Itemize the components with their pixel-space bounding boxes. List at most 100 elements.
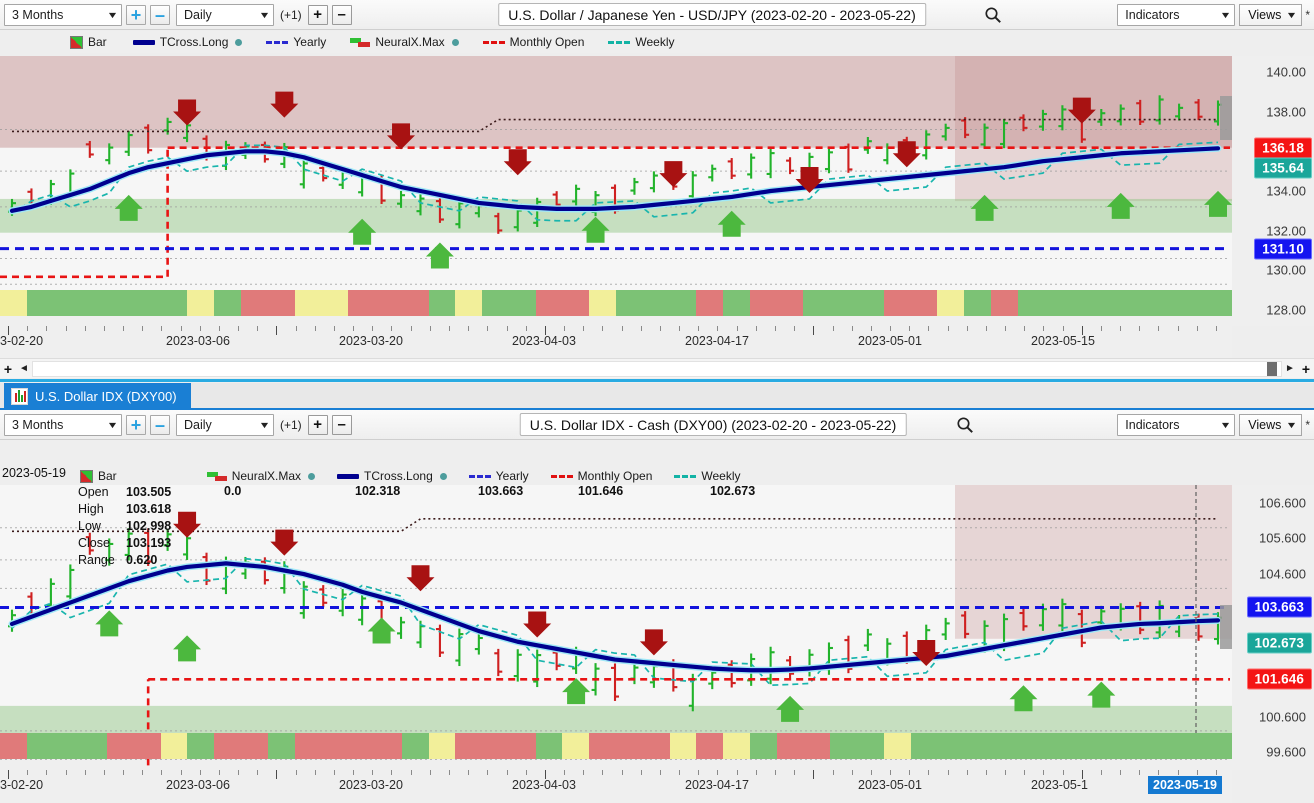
chart1-plot-area[interactable]	[0, 56, 1232, 326]
quote-row: Range 0.620	[78, 551, 171, 568]
chart1-scroll-left-button[interactable]: ◄	[16, 363, 32, 374]
legend-item-tcross-long[interactable]: TCross.Long	[337, 469, 447, 483]
legend-item-weekly[interactable]: Weekly	[608, 35, 675, 49]
ribbon-cell	[401, 733, 429, 759]
ribbon-cell	[589, 290, 616, 316]
settings-dot-icon[interactable]	[235, 38, 243, 46]
legend-label: Monthly Open	[509, 35, 585, 49]
date-tick	[909, 326, 911, 331]
chart2-search-icon[interactable]	[956, 416, 974, 434]
ribbon-cell	[1124, 290, 1152, 316]
date-tick	[353, 326, 355, 331]
chart2-period-value: 3 Months	[12, 417, 64, 432]
chart2-quote-date: 2023-05-19	[2, 466, 66, 480]
settings-dot-icon[interactable]	[439, 472, 447, 480]
ribbon-cell	[1098, 733, 1125, 759]
chart2-indicators-select[interactable]: Indicators ▼	[1117, 413, 1236, 436]
chart1-bars-increase-button[interactable]: +	[307, 4, 328, 25]
legend-label: TCross.Long	[159, 35, 229, 49]
chart1-extra-count: (+1)	[280, 7, 302, 22]
date-axis-label: 3-02-20	[0, 334, 44, 348]
date-tick	[218, 770, 220, 775]
price-badge-teal[interactable]: 135.64	[1254, 157, 1312, 179]
date-tick	[372, 770, 374, 775]
quote-value: 103.618	[126, 501, 172, 516]
legend-label: Monthly Open	[577, 469, 653, 483]
legend-item-tcross-long[interactable]: TCross.Long	[132, 35, 243, 49]
chart2-period-select[interactable]: 3 Months ▼	[4, 413, 122, 436]
legend-item-monthly-open[interactable]: Monthly Open	[482, 35, 585, 49]
legend-item-bar[interactable]: Bar	[70, 35, 107, 49]
date-tick	[755, 770, 757, 775]
chart1-scroll-zoom-out-button[interactable]: +	[1298, 361, 1314, 377]
chart1-views-button[interactable]: Views ▼	[1239, 3, 1303, 26]
ribbon-cell	[562, 290, 590, 316]
chart1-scroll-track[interactable]	[32, 360, 1282, 377]
date-tick	[679, 770, 681, 775]
legend-item-yearly[interactable]: Yearly	[468, 469, 529, 483]
date-tick	[429, 326, 431, 331]
legend-item-neuralx-max[interactable]: NeuralX.Max	[350, 35, 459, 49]
plus-icon: +	[313, 416, 323, 433]
legend-item-monthly-open[interactable]: Monthly Open	[550, 469, 653, 483]
ribbon-cell	[1044, 733, 1072, 759]
date-tick	[736, 770, 738, 775]
tab-usd-dollar-idx[interactable]: U.S. Dollar IDX (DXY00)	[4, 383, 191, 410]
ribbon-cell	[589, 733, 616, 759]
date-tick	[1100, 326, 1102, 331]
settings-dot-icon[interactable]	[451, 38, 459, 46]
chart1-interval-select[interactable]: Daily ▼	[176, 3, 274, 26]
price-badge-blue[interactable]: 103.663	[1246, 596, 1312, 618]
date-tick	[429, 770, 431, 775]
legend-item-weekly[interactable]: Weekly	[674, 469, 741, 483]
chart1-bars-decrease-button[interactable]: –	[331, 4, 352, 25]
chart1-scroll-zoom-in-button[interactable]: +	[0, 361, 16, 377]
ribbon-cell	[535, 290, 563, 316]
ribbon-cell	[910, 290, 938, 316]
chart-icon	[11, 388, 28, 405]
chart1-scroll-right-button[interactable]: ►	[1282, 363, 1298, 374]
chart2-period-decrease-button[interactable]: –	[150, 414, 170, 435]
chart2-interval-select[interactable]: Daily ▼	[176, 413, 274, 436]
date-tick	[27, 326, 29, 331]
chart1-period-increase-button[interactable]: +	[126, 4, 146, 25]
ribbon-cell	[990, 733, 1018, 759]
ribbon-cell	[830, 733, 857, 759]
ribbon-cell	[133, 290, 161, 316]
legend-item-yearly[interactable]: Yearly	[266, 35, 326, 49]
date-tick	[1120, 770, 1122, 775]
chart1-scroll-thumb[interactable]	[1267, 361, 1277, 376]
legend-item-neuralx-max[interactable]: NeuralX.Max	[206, 469, 316, 483]
legend-item-bar[interactable]: Bar	[80, 469, 117, 483]
ribbon-cell	[26, 290, 54, 316]
chart2-bars-decrease-button[interactable]: –	[331, 414, 352, 435]
chart2-period-increase-button[interactable]: +	[126, 414, 146, 435]
price-badge-red[interactable]: 136.18	[1254, 137, 1312, 159]
chart1-period-select[interactable]: 3 Months ▼	[4, 3, 122, 26]
settings-dot-icon[interactable]	[308, 472, 316, 480]
price-badge-red[interactable]: 101.646	[1246, 668, 1312, 690]
ribbon-cell	[1151, 733, 1179, 759]
ribbon-cell	[187, 733, 215, 759]
chart2-symbol-field[interactable]: U.S. Dollar IDX - Cash (DXY00) (2023-02-…	[519, 413, 907, 436]
date-tick	[1062, 770, 1064, 775]
dashed-teal-line-icon	[674, 474, 697, 478]
price-badge-blue[interactable]: 131.10	[1254, 238, 1312, 260]
chart2-bars-increase-button[interactable]: +	[307, 414, 328, 435]
chart1-symbol-field[interactable]: U.S. Dollar / Japanese Yen - USD/JPY (20…	[498, 3, 926, 26]
chart1-scrollbar[interactable]: + ◄ ► +	[0, 358, 1314, 378]
chart2-views-button[interactable]: Views ▼	[1239, 413, 1303, 436]
chart1-period-decrease-button[interactable]: –	[150, 4, 170, 25]
chart2-plot-area[interactable]	[0, 485, 1232, 770]
date-tick	[966, 770, 968, 775]
price-badge-teal[interactable]: 102.673	[1246, 632, 1312, 654]
date-tick	[142, 770, 144, 775]
chart1-indicators-select[interactable]: Indicators ▼	[1117, 3, 1236, 26]
chart1-price-axis[interactable]: 140.00 138.00 134.00 132.00 130.00 128.00 136.…	[1232, 56, 1314, 326]
ribbon-cell	[455, 733, 483, 759]
date-tick	[1139, 326, 1141, 331]
ribbon-cell	[964, 733, 991, 759]
chart1-search-icon[interactable]	[984, 6, 1002, 24]
chart2-price-axis[interactable]: 106.600 105.600 104.600 100.600 99.600 103.66…	[1232, 485, 1314, 770]
dashed-blue-line-icon	[468, 474, 491, 478]
